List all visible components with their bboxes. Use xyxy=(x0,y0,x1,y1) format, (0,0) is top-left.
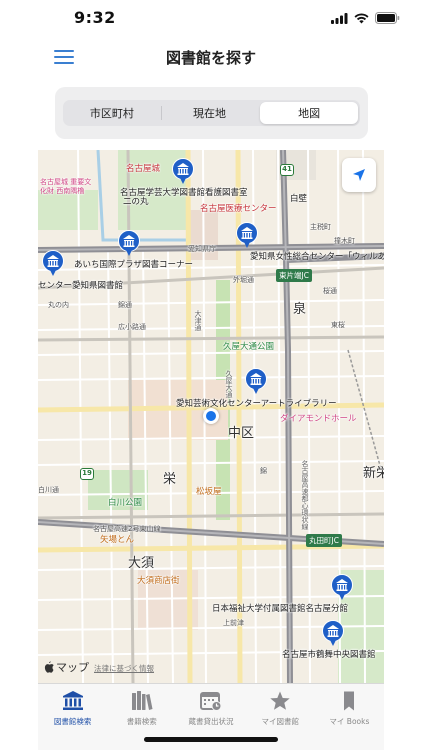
battery-icon xyxy=(375,12,400,24)
street-label: 主税町 xyxy=(310,223,331,231)
library-label: 愛知芸術文化センターアートライブラリー xyxy=(176,399,337,409)
books-icon xyxy=(131,691,153,710)
landmark-osu-shotengai: 大須商店街 xyxy=(137,576,180,586)
landmark-diamond-hall: ダイアモンドホール xyxy=(280,414,357,424)
street-label: 丸の内 xyxy=(48,301,69,309)
street-label: 上前津 xyxy=(223,619,244,627)
search-mode-panel: 市区町村 現在地 地図 xyxy=(55,87,368,139)
library-pin-icon[interactable] xyxy=(42,250,64,278)
library-label: 名古屋市鶴舞中央図書館 xyxy=(282,650,376,660)
district-label-shinsakae: 新栄 xyxy=(363,466,384,481)
street-label-hisaya-odori: 久屋大通 xyxy=(225,370,233,398)
segment-current-location[interactable]: 現在地 xyxy=(160,100,259,126)
apple-logo-icon xyxy=(44,661,54,673)
street-label: 錦 xyxy=(260,467,267,475)
library-pin-icon[interactable] xyxy=(172,158,194,186)
district-label-izumi: 泉 xyxy=(293,302,307,317)
landmark-nagoya-castle: 名古屋城 xyxy=(126,164,161,174)
library-building-icon xyxy=(62,691,83,710)
tab-label: 図書館検索 xyxy=(53,717,92,726)
landmark-shirakawa-park: 白川公園 xyxy=(108,498,143,508)
library-label: センター愛知県図書館 xyxy=(38,281,124,291)
tab-my-books[interactable]: マイ Books xyxy=(315,684,384,750)
library-label: 日本福祉大学付属図書館名古屋分館 xyxy=(212,604,349,614)
library-pin-icon[interactable] xyxy=(245,368,267,396)
legal-link[interactable]: 法律に基づく情報 xyxy=(94,663,154,674)
street-label: 錦通 xyxy=(118,301,132,309)
route-41-shield: 41 xyxy=(280,164,294,176)
landmark-nagoya-medical-center: 名古屋医療センター xyxy=(200,204,277,214)
current-location-dot xyxy=(203,408,219,424)
district-label-osu: 大須 xyxy=(128,556,155,571)
route-19-shield: 19 xyxy=(80,468,94,480)
star-icon xyxy=(270,691,290,710)
library-label: 名古屋学芸大学図書館看護図書室 xyxy=(120,188,248,198)
wifi-icon xyxy=(354,12,369,23)
district-label-shiragabe: 白壁 xyxy=(290,194,308,204)
home-indicator xyxy=(144,737,278,742)
segment-map[interactable]: 地図 xyxy=(260,102,359,124)
status-icons xyxy=(331,12,400,24)
maps-brand: マップ xyxy=(56,661,89,674)
landmark-hisaya-park: 久屋大通公園 xyxy=(223,342,275,352)
tab-label: マイ図書館 xyxy=(261,717,299,726)
search-mode-segmented-control: 市区町村 現在地 地図 xyxy=(63,100,360,126)
location-arrow-icon xyxy=(353,169,365,181)
tab-label: 蔵書貸出状況 xyxy=(188,717,234,726)
library-label: 愛知県女性総合センター「ウィルあい xyxy=(250,252,384,262)
street-label-expressway-ring: 名古屋高速都心環状線 xyxy=(301,460,309,530)
page-title: 図書館を探す xyxy=(165,49,256,67)
landmark-matsuzakaya: 松坂屋 xyxy=(196,487,222,497)
library-pin-icon[interactable] xyxy=(118,230,140,258)
tab-label: マイ Books xyxy=(329,717,370,726)
library-pin-icon[interactable] xyxy=(236,222,258,250)
junction-higashi-kataha: 東片端JC xyxy=(276,269,312,282)
landmark-aichi-pref-office: 愛知県庁 xyxy=(188,245,216,253)
district-label-sakae: 栄 xyxy=(163,472,177,487)
calendar-clock-icon xyxy=(200,692,222,711)
district-label-naka-ku: 中区 xyxy=(228,426,255,441)
tab-library-search[interactable]: 図書館検索 xyxy=(38,684,107,750)
street-label: 外堀通 xyxy=(233,276,254,284)
landmark-yabaton: 矢場とん xyxy=(100,535,135,545)
maps-attribution: マップ xyxy=(44,659,89,675)
street-label: 撞木町 xyxy=(334,237,355,245)
street-label: 東桜 xyxy=(331,321,345,329)
locate-me-button[interactable] xyxy=(342,158,376,192)
bookmark-icon xyxy=(344,691,355,711)
segment-municipality[interactable]: 市区町村 xyxy=(63,100,161,126)
landmark-juyo-bunkazai: 名古屋城 重要文化財 西南隅櫓 xyxy=(40,178,92,195)
tab-label: 書籍検索 xyxy=(126,717,157,726)
navigation-bar: 図書館を探す xyxy=(0,36,422,80)
junction-marutamachi: 丸田町JC xyxy=(306,534,342,547)
signal-icon xyxy=(331,12,348,24)
status-time: 9:32 xyxy=(74,8,116,27)
map-view[interactable]: 二の丸 中区 栄 大須 白壁 泉 新栄 名古屋城 名古屋城 重要文化財 西南隅櫓… xyxy=(38,150,384,683)
street-label: 桜通 xyxy=(323,287,337,295)
street-label: 広小路通 xyxy=(118,323,146,331)
route-label-expressway-2: 名古屋高速2号東山線 xyxy=(93,525,161,533)
library-pin-icon[interactable] xyxy=(331,574,353,602)
library-pin-icon[interactable] xyxy=(322,620,344,648)
library-label: あいち国際プラザ図書コーナー xyxy=(74,260,194,270)
street-label: 白川通 xyxy=(38,486,59,494)
street-label-otsu-dori: 大津通 xyxy=(194,310,202,331)
